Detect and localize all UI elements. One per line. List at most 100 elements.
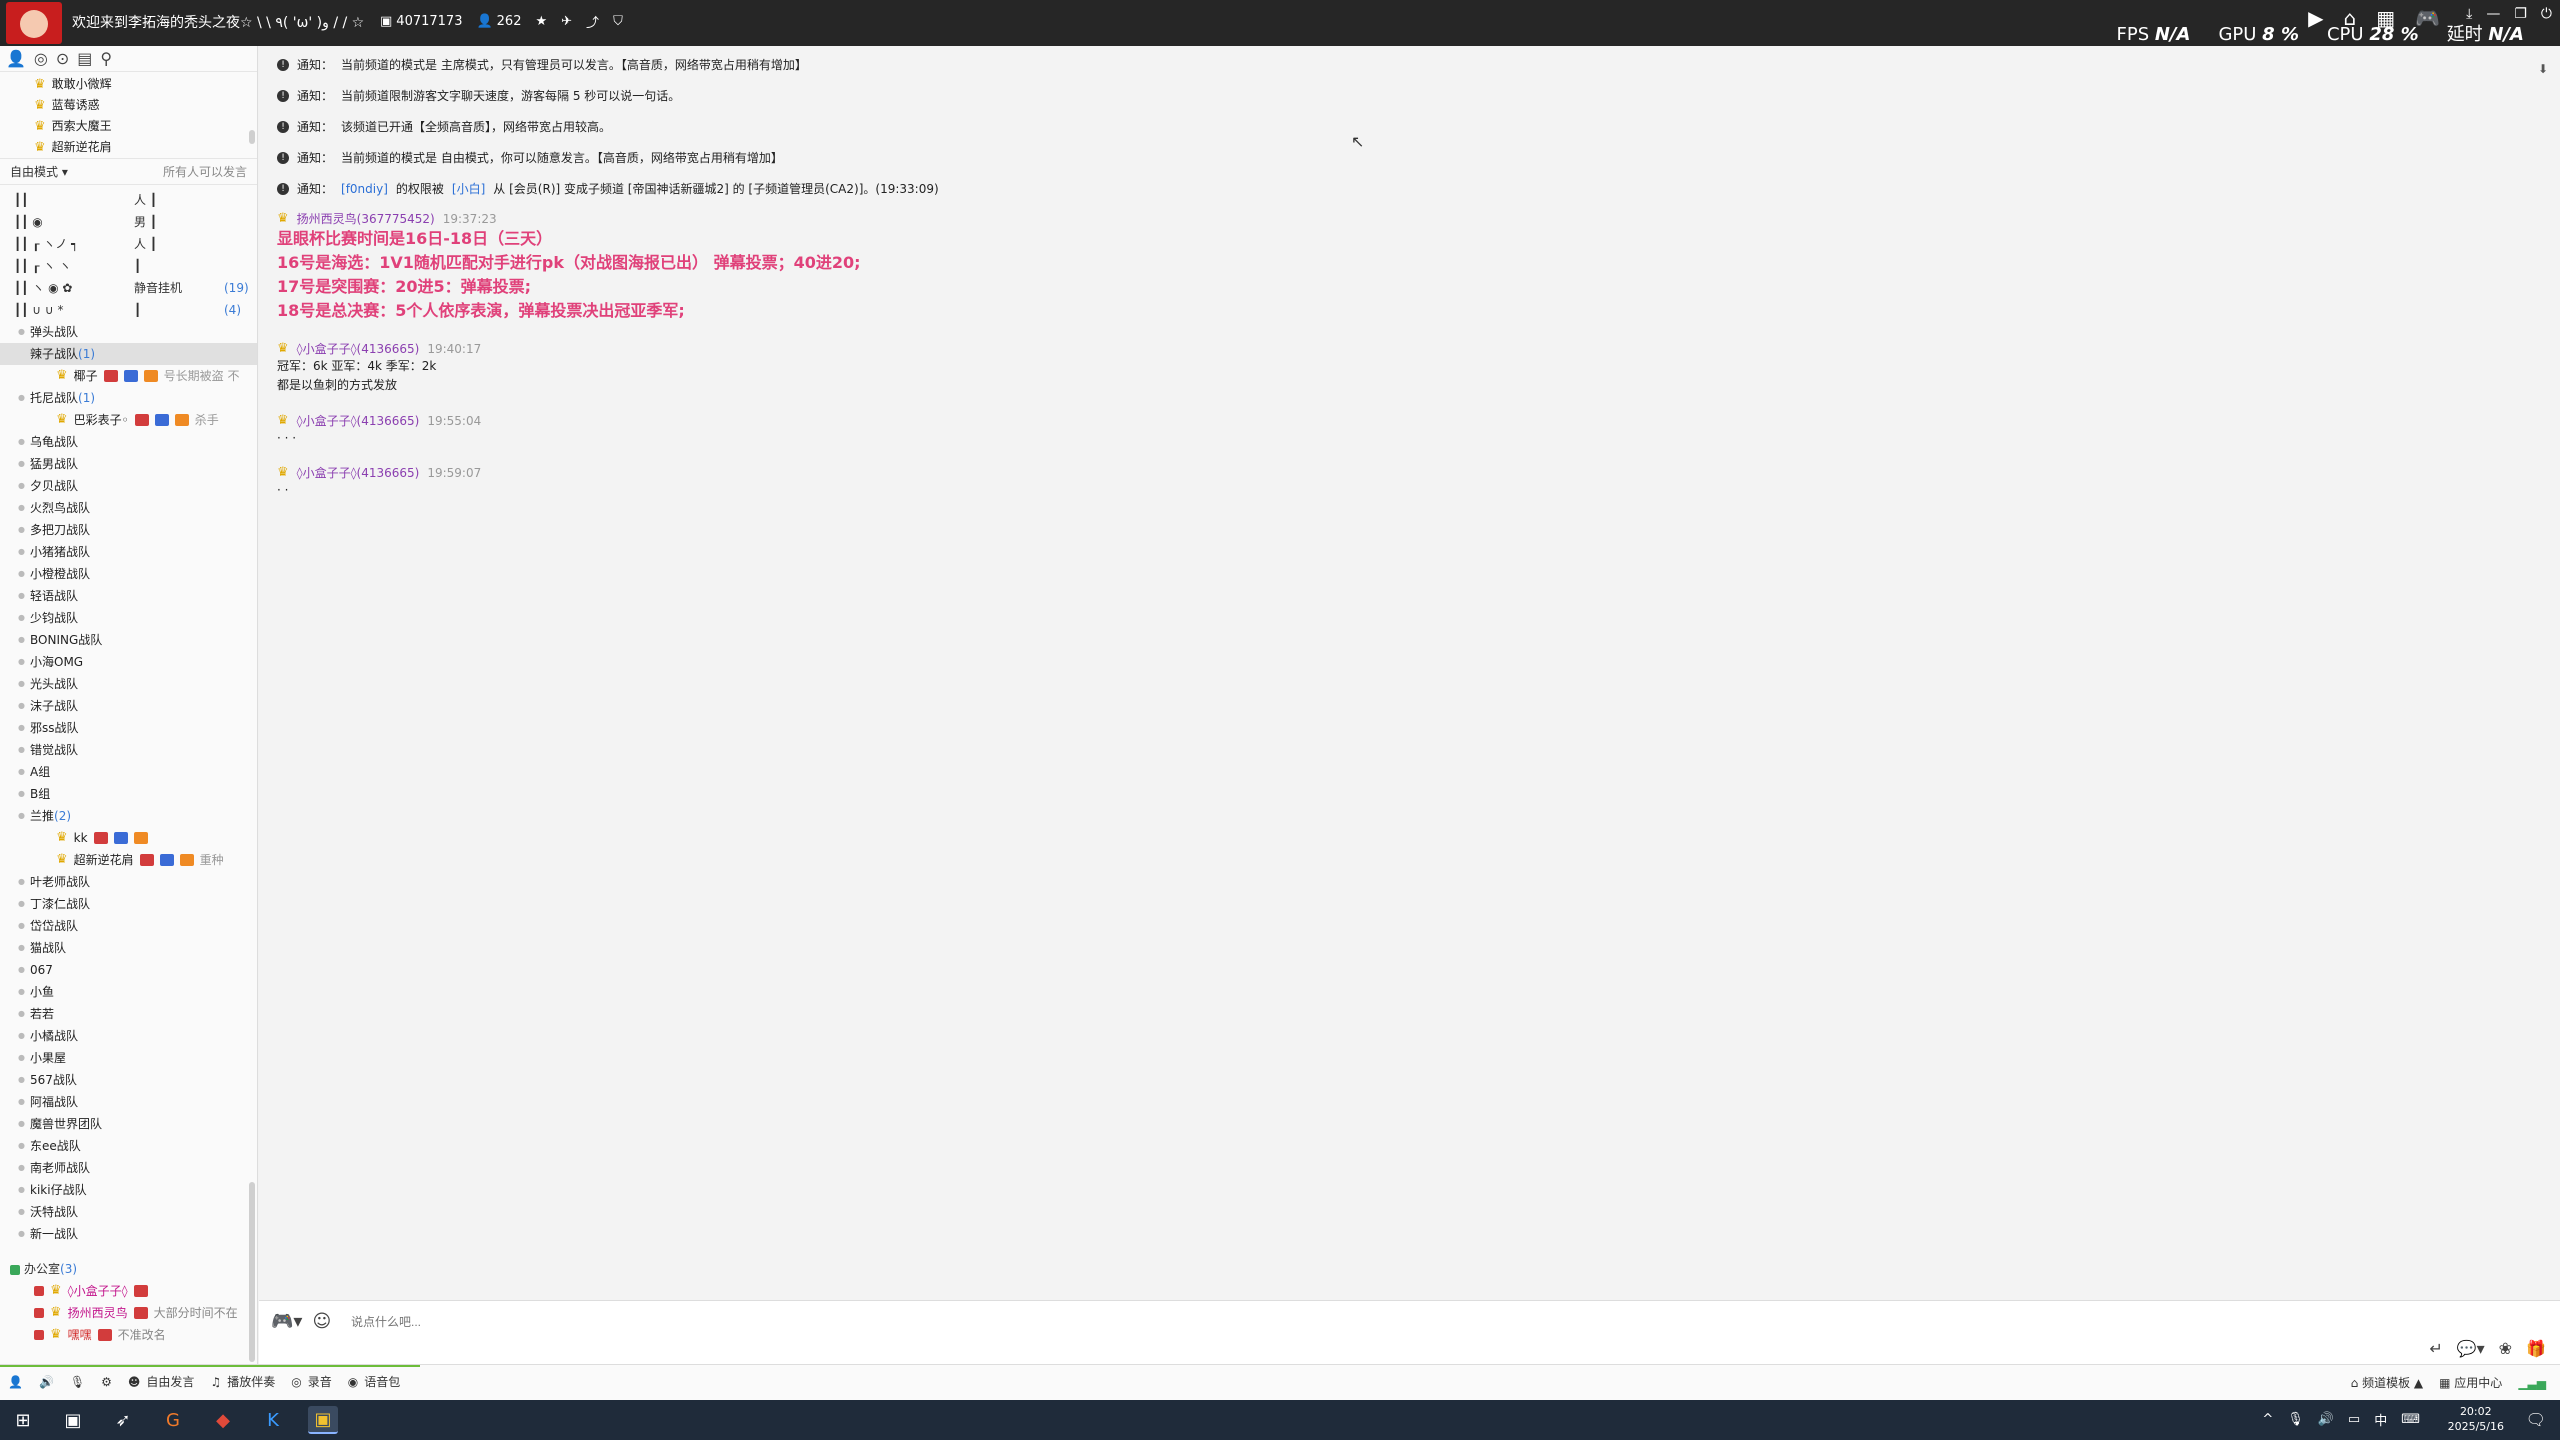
- channel-item[interactable]: 猛男战队: [18, 453, 257, 475]
- app-feather-icon[interactable]: ➶: [108, 1406, 138, 1434]
- channel-item[interactable]: 猫战队: [18, 937, 257, 959]
- app-k-icon[interactable]: K: [258, 1406, 288, 1434]
- member-row[interactable]: ♛ 超新逆花肩: [34, 137, 257, 158]
- mixer-icon[interactable]: ⚙: [101, 1375, 112, 1389]
- plane-icon[interactable]: ✈: [561, 14, 572, 29]
- app-center-button[interactable]: ▦ 应用中心: [2439, 1374, 2502, 1391]
- app-g-icon[interactable]: G: [158, 1406, 188, 1434]
- channel-item[interactable]: 错觉战队: [18, 739, 257, 761]
- message-sender[interactable]: ◊小盒子子◊(4136665): [297, 464, 420, 481]
- art-channel-row[interactable]: ┃┃ ∪ ∪ * ┃ (4): [14, 299, 257, 321]
- channel-item[interactable]: 弹头战队: [18, 321, 257, 343]
- message-sender[interactable]: 扬州西灵鸟(367775452): [297, 210, 435, 227]
- channel-item[interactable]: 小果屋: [18, 1047, 257, 1069]
- favorite-icon[interactable]: ★: [535, 14, 547, 29]
- network-tray-icon[interactable]: ▭: [2348, 1412, 2360, 1427]
- channel-item[interactable]: 魔兽世界团队: [18, 1113, 257, 1135]
- channel-item[interactable]: 新一战队: [18, 1223, 257, 1245]
- tray-expand-icon[interactable]: ^: [2262, 1412, 2273, 1427]
- channel-item[interactable]: 若若: [18, 1003, 257, 1025]
- channel-item[interactable]: 邪ss战队: [18, 717, 257, 739]
- chat-bubble-icon[interactable]: 💬▾: [2457, 1339, 2485, 1358]
- channel-item[interactable]: 小鱼: [18, 981, 257, 1003]
- office-member[interactable]: ♛ 扬州西灵鸟 大部分时间不在: [10, 1302, 258, 1324]
- app-game-icon[interactable]: ◆: [208, 1406, 238, 1434]
- channel-item[interactable]: 小猪猪战队: [18, 541, 257, 563]
- art-channel-row[interactable]: ┃┃ 人 ┃: [14, 189, 257, 211]
- channel-item[interactable]: 叶老师战队: [18, 871, 257, 893]
- channel-item[interactable]: 多把刀战队: [18, 519, 257, 541]
- art-channel-row[interactable]: ┃┃ ◉ 男 ┃: [14, 211, 257, 233]
- channel-item[interactable]: 少钧战队: [18, 607, 257, 629]
- message-sender[interactable]: ◊小盒子子◊(4136665): [297, 340, 420, 357]
- channel-item[interactable]: 小海OMG: [18, 651, 257, 673]
- channel-item[interactable]: 辣子战队(1): [0, 343, 257, 365]
- channel-item[interactable]: 火烈鸟战队: [18, 497, 257, 519]
- channel-item[interactable]: kiki仔战队: [18, 1179, 257, 1201]
- gift-icon[interactable]: 🎁: [2526, 1339, 2546, 1358]
- rose-icon[interactable]: ❀: [2499, 1339, 2512, 1358]
- search-icon[interactable]: ⚲: [100, 49, 112, 68]
- avatar-icon[interactable]: 👤: [8, 1375, 23, 1389]
- art-channel-row[interactable]: ┃┃ ┎ ヽ ヽ ┃: [14, 255, 257, 277]
- art-channel-row[interactable]: ┃┃ ヽ ◉ ✿ 静音挂机 (19): [14, 277, 257, 299]
- windows-start-icon[interactable]: ⊞: [8, 1406, 38, 1434]
- channel-logo[interactable]: [6, 2, 62, 44]
- free-speech-button[interactable]: ☻ 自由发言: [128, 1373, 195, 1390]
- member-row[interactable]: ♛ 蓝莓诱惑: [34, 95, 257, 116]
- power-icon[interactable]: ⏻: [2541, 6, 2552, 22]
- user-link[interactable]: [小白]: [452, 180, 485, 197]
- notification-icon[interactable]: 🗨: [2526, 1410, 2546, 1429]
- channel-item[interactable]: BONING战队: [18, 629, 257, 651]
- channel-item[interactable]: 阿福战队: [18, 1091, 257, 1113]
- headset-icon[interactable]: ◎: [34, 49, 48, 68]
- office-channel-header[interactable]: 办公室(3): [10, 1258, 258, 1280]
- gamepad-input-icon[interactable]: 🎮▾: [271, 1311, 302, 1332]
- channel-item[interactable]: 乌龟战队: [18, 431, 257, 453]
- record-button[interactable]: ◎ 录音: [291, 1373, 332, 1390]
- member-row[interactable]: ♛ 西索大魔王: [34, 116, 257, 137]
- channel-item[interactable]: 067: [18, 959, 257, 981]
- language-icon[interactable]: ⌨: [2401, 1412, 2420, 1427]
- members-icon[interactable]: 👤: [6, 49, 26, 68]
- channel-item[interactable]: 小橘战队: [18, 1025, 257, 1047]
- channel-item[interactable]: 沃特战队: [18, 1201, 257, 1223]
- shield-icon[interactable]: ⛉: [613, 14, 623, 29]
- location-icon[interactable]: ⊙: [56, 49, 69, 68]
- channel-item[interactable]: 南老师战队: [18, 1157, 257, 1179]
- app-yy-icon[interactable]: ▣: [308, 1406, 338, 1434]
- office-member[interactable]: ♛ 嘿嘿 不准改名: [10, 1324, 258, 1346]
- channel-item[interactable]: 567战队: [18, 1069, 257, 1091]
- volume-tray-icon[interactable]: 🔊: [2318, 1412, 2334, 1427]
- ime-indicator[interactable]: 中: [2374, 1410, 2387, 1429]
- office-member[interactable]: ♛ ◊小盒子子◊: [10, 1280, 258, 1302]
- channel-member[interactable]: ♛ 椰子 号长期被盗 不: [30, 365, 257, 387]
- channel-member[interactable]: ♛ 巴彩表子◦ 杀手: [30, 409, 257, 431]
- channel-item[interactable]: 轻语战队: [18, 585, 257, 607]
- voice-pack-button[interactable]: ◉ 语音包: [348, 1373, 401, 1390]
- taskbar-clock[interactable]: 20:02 2025/5/16: [2448, 1404, 2504, 1434]
- send-icon[interactable]: ↵: [2429, 1339, 2442, 1358]
- channel-item[interactable]: B组: [18, 783, 257, 805]
- mic-tray-icon[interactable]: 🎙: [2287, 1412, 2304, 1427]
- share-icon[interactable]: ⤴: [586, 12, 599, 31]
- channel-member[interactable]: ♛ kk: [30, 827, 257, 849]
- sidebar-scrollbar-top[interactable]: [249, 130, 255, 144]
- channel-item[interactable]: 丁漆仁战队: [18, 893, 257, 915]
- channel-item[interactable]: 兰推(2): [18, 805, 257, 827]
- notes-icon[interactable]: ▤: [77, 49, 92, 68]
- mode-label[interactable]: 自由模式 ▾: [10, 163, 68, 180]
- microphone-icon[interactable]: 🎙: [70, 1375, 85, 1389]
- channel-member[interactable]: ♛ 超新逆花肩 重种: [30, 849, 257, 871]
- task-view-icon[interactable]: ▣: [58, 1406, 88, 1434]
- mode-row[interactable]: 自由模式 ▾ 所有人可以发言: [0, 158, 257, 185]
- channel-item[interactable]: 托尼战队(1): [18, 387, 257, 409]
- channel-item[interactable]: A组: [18, 761, 257, 783]
- emoji-icon[interactable]: ☺: [312, 1311, 331, 1332]
- play-accompaniment-button[interactable]: ♫ 播放伴奏: [210, 1373, 275, 1390]
- message-sender[interactable]: ◊小盒子子◊(4136665): [297, 412, 420, 429]
- user-link[interactable]: [f0ndiy]: [341, 182, 388, 196]
- art-channel-row[interactable]: ┃┃ ┎ ヽノ ┑ 人 ┃: [14, 233, 257, 255]
- message-input[interactable]: [351, 1311, 951, 1333]
- channel-item[interactable]: 岱岱战队: [18, 915, 257, 937]
